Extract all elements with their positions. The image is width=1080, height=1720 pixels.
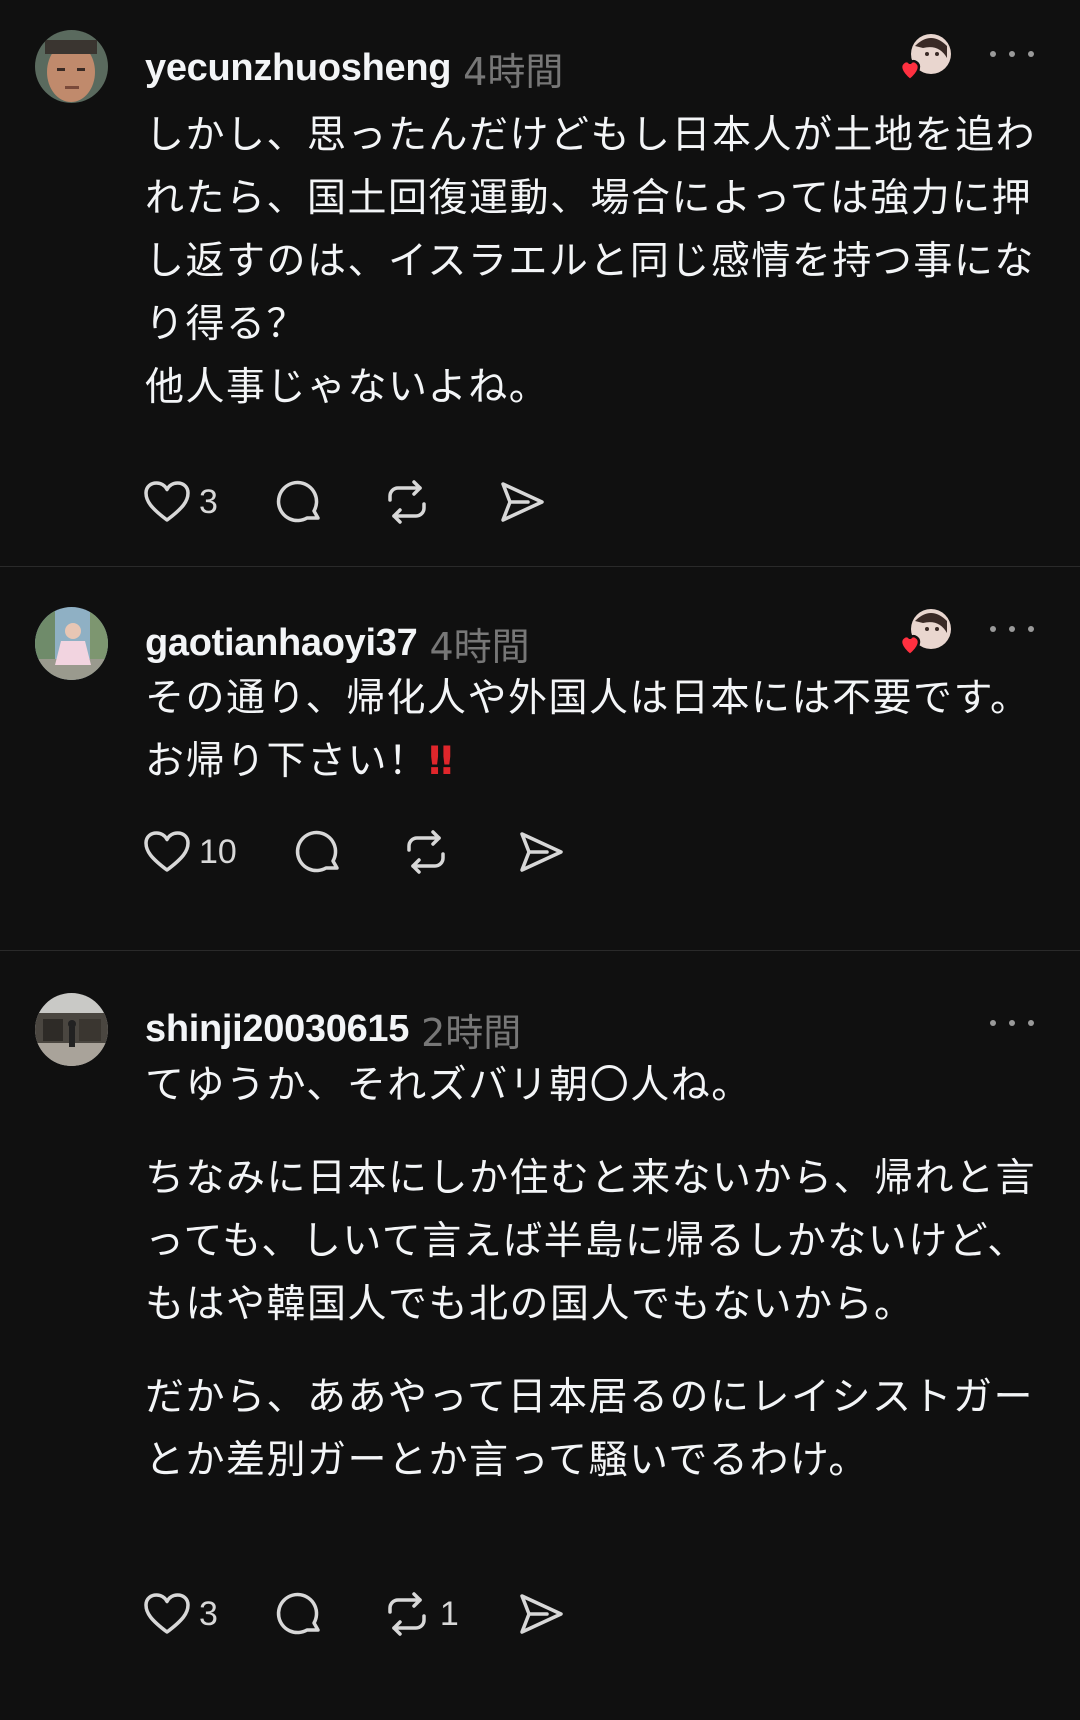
post-paragraph: その通り、帰化人や外国人は日本には不要です。お帰り下さい！‼	[145, 667, 1050, 793]
post-paragraph: しかし、思ったんだけどもし日本人が土地を追われたら、国土回復運動、場合によっては…	[145, 113, 1037, 410]
liked-by-creator-avatar-icon	[899, 609, 951, 657]
username[interactable]: gaotianhaoyi37	[145, 622, 418, 665]
repost-button[interactable]	[401, 828, 459, 876]
heart-icon	[144, 831, 190, 872]
repost-button[interactable]	[382, 478, 440, 526]
post-paragraph: ちなみに日本にしか住むと来ないから、帰れと言っても、しいて言えば半島に帰るしかな…	[145, 1156, 1037, 1327]
dot	[1009, 51, 1015, 57]
like-count: 10	[199, 832, 237, 871]
like-button[interactable]: 3	[143, 480, 218, 524]
avatar[interactable]	[35, 993, 108, 1066]
repost-button[interactable]: 1	[382, 1590, 459, 1638]
post-time: 2時間	[421, 1010, 522, 1055]
repost-icon	[407, 830, 445, 874]
post-time: 4時間	[463, 49, 564, 94]
user-avatar-photo-icon	[35, 993, 108, 1066]
action-bar: 3	[143, 476, 604, 528]
send-icon	[501, 482, 544, 522]
repost-icon	[388, 1592, 426, 1636]
post-paragraph: だから、ああやって日本居るのにレイシストガーとか差別ガーとか言って騒いでるわけ。	[145, 1375, 1035, 1483]
comment-icon	[276, 1592, 320, 1635]
username[interactable]: shinji20030615	[145, 1008, 409, 1051]
like-button[interactable]: 10	[143, 830, 237, 874]
like-count: 3	[199, 482, 218, 521]
double-exclamation-emoji: ‼	[428, 739, 454, 784]
share-button[interactable]	[517, 1591, 565, 1637]
liked-by-creator-avatar-icon	[899, 34, 951, 82]
post-1: yecunzhuosheng 4時間 しかし、思ったんだけどもし日本人が土地を追…	[0, 0, 1080, 565]
dot	[990, 1020, 996, 1026]
post-3: shinji20030615 2時間 てゆうか、それズバリ朝〇人ね。 ちなみに日…	[0, 951, 1080, 1720]
heart-icon	[144, 1593, 190, 1634]
more-options-button[interactable]	[990, 619, 1034, 639]
dot	[990, 626, 996, 632]
dot	[1028, 1020, 1034, 1026]
post-text: しかし、思ったんだけどもし日本人が土地を追われたら、国土回復運動、場合によっては…	[145, 104, 1050, 419]
like-button[interactable]: 3	[143, 1592, 218, 1636]
post-paragraph: てゆうか、それズバリ朝〇人ね。	[145, 1063, 752, 1108]
comment-icon	[276, 480, 320, 523]
user-avatar-photo-icon	[35, 30, 108, 103]
liked-by-avatar[interactable]	[897, 32, 953, 88]
comment-icon	[295, 830, 339, 873]
share-button[interactable]	[498, 479, 546, 525]
reply-button[interactable]	[295, 828, 343, 876]
repost-count: 1	[439, 1594, 459, 1633]
dot	[1028, 626, 1034, 632]
action-bar: 3 1	[143, 1588, 623, 1640]
repost-icon	[388, 480, 426, 524]
share-button[interactable]	[517, 829, 565, 875]
post-header: shinji20030615 2時間	[145, 999, 521, 1059]
heart-icon	[144, 481, 190, 522]
like-count: 3	[199, 1594, 218, 1633]
send-icon	[520, 1594, 563, 1634]
dot	[1009, 626, 1015, 632]
action-bar: 10	[143, 826, 623, 878]
post-header: yecunzhuosheng 4時間	[145, 38, 563, 98]
avatar[interactable]	[35, 607, 108, 680]
avatar[interactable]	[35, 30, 108, 103]
post-2: gaotianhaoyi37 4時間 その通り、帰化人や外国人は日本には不要です…	[0, 567, 1080, 949]
user-avatar-photo-icon	[35, 607, 108, 680]
more-options-button[interactable]	[990, 44, 1034, 64]
dot	[990, 51, 996, 57]
post-time: 4時間	[429, 624, 530, 669]
username[interactable]: yecunzhuosheng	[145, 47, 451, 90]
dot	[1009, 1020, 1015, 1026]
post-header: gaotianhaoyi37 4時間	[145, 613, 530, 673]
reply-button[interactable]	[276, 478, 324, 526]
more-options-button[interactable]	[990, 1013, 1034, 1033]
post-text: その通り、帰化人や外国人は日本には不要です。お帰り下さい！‼	[145, 667, 1050, 793]
liked-by-avatar[interactable]	[897, 607, 953, 663]
post-paragraph-text: その通り、帰化人や外国人は日本には不要です。お帰り下さい！	[145, 676, 1031, 784]
dot	[1028, 51, 1034, 57]
reply-button[interactable]	[276, 1590, 324, 1638]
post-text: てゆうか、それズバリ朝〇人ね。 ちなみに日本にしか住むと来ないから、帰れと言って…	[145, 1054, 1050, 1492]
send-icon	[520, 832, 563, 872]
